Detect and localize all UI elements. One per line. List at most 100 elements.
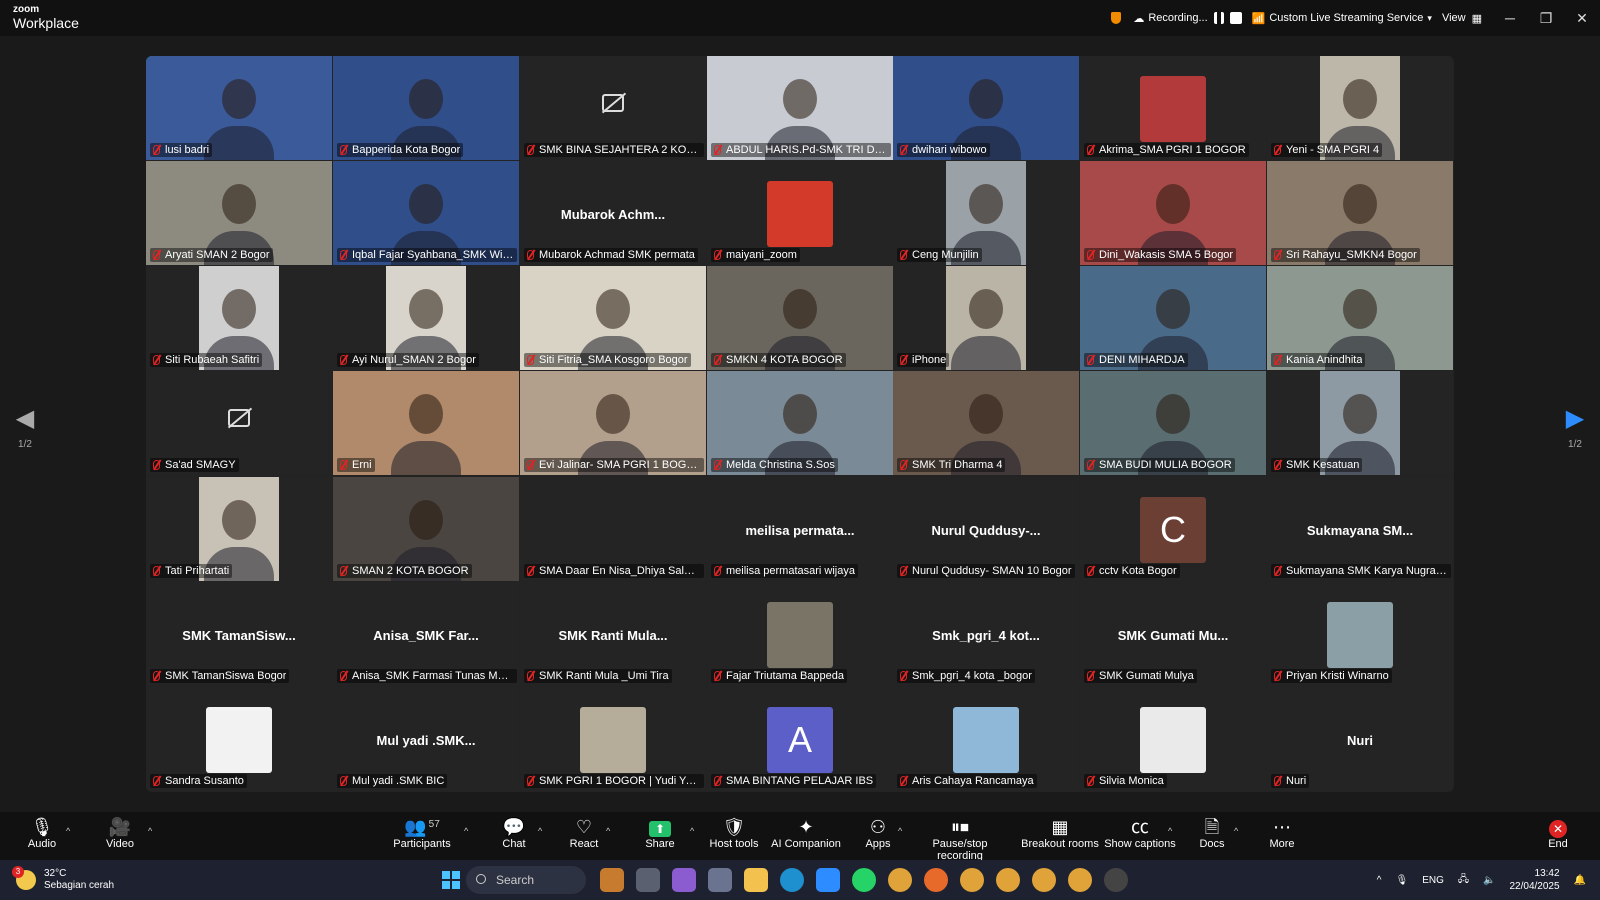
participant-tile[interactable]: SMK BINA SEJAHTERA 2 KOTA B...	[520, 56, 706, 160]
participant-tile[interactable]: SMK TamanSisw... SMK TamanSiswa Bogor	[146, 582, 332, 686]
participant-tile[interactable]: Nuri Nuri	[1267, 687, 1453, 791]
edge-icon[interactable]	[780, 868, 804, 892]
participant-tile[interactable]: Erni	[333, 371, 519, 475]
whatsapp-icon[interactable]	[852, 868, 876, 892]
pause-stop-recording-button[interactable]: ⏸⏹ Pause/stop recording	[910, 816, 1010, 862]
participant-tile[interactable]: SMA Daar En Nisa_Dhiya Salma ...	[520, 477, 706, 581]
network-icon[interactable]: 🖧	[1458, 872, 1469, 889]
participant-tile[interactable]: Dini_Wakasis SMA 5 Bogor	[1080, 161, 1266, 265]
audio-button[interactable]: 🎙 Audio	[2, 816, 82, 858]
participant-tile[interactable]: Fajar Triutama Bappeda	[707, 582, 893, 686]
participant-tile[interactable]: Evi Jalinar- SMA PGRI 1 BOGOR	[520, 371, 706, 475]
participant-tile[interactable]: SMK Ranti Mula... SMK Ranti Mula _Umi Tir…	[520, 582, 706, 686]
docs-button[interactable]: 🗎 Docs	[1172, 816, 1252, 858]
clock[interactable]: 13:42 22/04/2025	[1509, 867, 1559, 893]
share-button[interactable]: ⬆ Share	[620, 816, 700, 858]
ai-companion-button[interactable]: ✦ AI Companion	[766, 816, 846, 858]
windows-start-icon[interactable]	[442, 871, 460, 889]
participant-tile[interactable]: meilisa permata... meilisa permatasari wi…	[707, 477, 893, 581]
host-tools-button[interactable]: 🛡 Host tools	[694, 816, 774, 858]
participant-tile[interactable]: DENI MIHARDJA	[1080, 266, 1266, 370]
participant-tile[interactable]: Iqbal Fajar Syahbana_SMK Wikra...	[333, 161, 519, 265]
recording-status[interactable]: ☁ Recording...	[1133, 12, 1242, 25]
weather-widget[interactable]: 3 32°C Sebagian cerah	[12, 866, 114, 892]
participant-tile[interactable]: Siti Fitria_SMA Kosgoro Bogor	[520, 266, 706, 370]
participant-tile[interactable]: Mul yadi .SMK... Mul yadi .SMK BIC	[333, 687, 519, 791]
participant-tile[interactable]: Priyan Kristi Winarno	[1267, 582, 1453, 686]
next-page-button[interactable]: ▶ 1/2	[1560, 404, 1590, 450]
react-options-chevron-icon[interactable]: ^	[606, 826, 610, 836]
chat-options-chevron-icon[interactable]: ^	[538, 826, 542, 836]
participant-tile[interactable]: Kania Anindhita	[1267, 266, 1453, 370]
docs-options-chevron-icon[interactable]: ^	[1234, 826, 1238, 836]
apps-button[interactable]: ⚇ Apps	[838, 816, 918, 858]
taskbar-search[interactable]: Search	[466, 866, 586, 894]
media-player-icon[interactable]	[1104, 868, 1128, 892]
participant-tile[interactable]: Aris Cahaya Rancamaya	[893, 687, 1079, 791]
chrome-profile-icon-4[interactable]	[1032, 868, 1056, 892]
participant-tile[interactable]: A SMA BINTANG PELAJAR IBS	[707, 687, 893, 791]
participant-tile[interactable]: Sri Rahayu_SMKN4 Bogor	[1267, 161, 1453, 265]
participant-tile[interactable]: Smk_pgri_4 kot... Smk_pgri_4 kota _bogor	[893, 582, 1079, 686]
participant-tile[interactable]: Mubarok Achm... Mubarok Achmad SMK permat…	[520, 161, 706, 265]
participant-tile[interactable]: ABDUL HARIS.Pd-SMK TRI DHA...	[707, 56, 893, 160]
volume-icon[interactable]: 🔈	[1483, 875, 1495, 886]
participant-tile[interactable]: Sandra Susanto	[146, 687, 332, 791]
participant-tile[interactable]: Sa'ad SMAGY	[146, 371, 332, 475]
chrome-profile-icon-5[interactable]	[1068, 868, 1092, 892]
app-icon-4[interactable]	[708, 868, 732, 892]
chat-button[interactable]: 💬 Chat	[474, 816, 554, 858]
participant-tile[interactable]: SMK PGRI 1 BOGOR | Yudi Yansy...	[520, 687, 706, 791]
participant-tile[interactable]: Ceng Munjilin	[893, 161, 1079, 265]
file-explorer-icon[interactable]	[744, 868, 768, 892]
chrome-profile-icon-3[interactable]	[996, 868, 1020, 892]
live-streaming-status[interactable]: 📶 Custom Live Streaming Service ▾	[1252, 12, 1432, 25]
apps-options-chevron-icon[interactable]: ^	[898, 826, 902, 836]
participant-tile[interactable]: Aryati SMAN 2 Bogor	[146, 161, 332, 265]
more-button[interactable]: ⋯ More	[1242, 816, 1322, 858]
restore-button[interactable]: ❐	[1528, 10, 1564, 27]
close-button[interactable]: ✕	[1564, 10, 1600, 27]
zoom-icon[interactable]	[816, 868, 840, 892]
participant-tile[interactable]: SMK Gumati Mu... SMK Gumati Mulya	[1080, 582, 1266, 686]
participant-tile[interactable]: SMK Tri Dharma 4	[893, 371, 1079, 475]
microphone-tray-icon[interactable]: 🎙	[1396, 875, 1409, 886]
participant-tile[interactable]: Sukmayana SM... Sukmayana SMK Karya Nugra…	[1267, 477, 1453, 581]
participant-tile[interactable]: SMAN 2 KOTA BOGOR	[333, 477, 519, 581]
participant-tile[interactable]: Akrima_SMA PGRI 1 BOGOR	[1080, 56, 1266, 160]
notification-bell-icon[interactable]: 🔔	[1574, 875, 1586, 886]
video-button[interactable]: 🎥 Video	[80, 816, 160, 858]
participant-tile[interactable]: maiyani_zoom	[707, 161, 893, 265]
participant-tile[interactable]: Ayi Nurul_SMAN 2 Bogor	[333, 266, 519, 370]
prev-page-button[interactable]: ◀ 1/2	[10, 404, 40, 450]
participant-tile[interactable]: Yeni - SMA PGRI 4	[1267, 56, 1453, 160]
react-button[interactable]: ♡ React	[544, 816, 624, 858]
breakout-rooms-button[interactable]: ▦ Breakout rooms	[1020, 816, 1100, 858]
firefox-icon[interactable]	[924, 868, 948, 892]
participant-tile[interactable]: Anisa_SMK Far... Anisa_SMK Farmasi Tunas …	[333, 582, 519, 686]
chrome-icon[interactable]	[888, 868, 912, 892]
participant-tile[interactable]: lusi badri	[146, 56, 332, 160]
participant-tile[interactable]: Siti Rubaeah Safitri	[146, 266, 332, 370]
participant-tile[interactable]: dwihari wibowo	[893, 56, 1079, 160]
participant-tile[interactable]: Bapperida Kota Bogor	[333, 56, 519, 160]
participant-tile[interactable]: Silvia Monica	[1080, 687, 1266, 791]
chevron-up-icon[interactable]: ^	[1377, 875, 1382, 886]
participant-tile[interactable]: Nurul Quddusy-... Nurul Quddusy- SMAN 10 …	[893, 477, 1079, 581]
video-options-chevron-icon[interactable]: ^	[148, 826, 152, 836]
language-indicator[interactable]: ENG	[1422, 875, 1444, 886]
audio-options-chevron-icon[interactable]: ^	[66, 826, 70, 836]
participant-tile[interactable]: iPhone	[893, 266, 1079, 370]
participants-button[interactable]: 👥 57 Participants	[382, 816, 462, 858]
participant-tile[interactable]: Ccctv Kota Bogor	[1080, 477, 1266, 581]
end-button[interactable]: ✕ End	[1518, 816, 1598, 858]
participant-tile[interactable]: SMKN 4 KOTA BOGOR	[707, 266, 893, 370]
participant-tile[interactable]: SMK Kesatuan	[1267, 371, 1453, 475]
app-icon-1[interactable]	[600, 868, 624, 892]
pause-icon[interactable]	[1213, 12, 1224, 24]
show-captions-button[interactable]: ㏄ Show captions	[1100, 816, 1180, 858]
minimize-button[interactable]: ─	[1492, 10, 1528, 26]
task-view-icon[interactable]	[636, 868, 660, 892]
participant-tile[interactable]: SMA BUDI MULIA BOGOR	[1080, 371, 1266, 475]
copilot-icon[interactable]	[672, 868, 696, 892]
